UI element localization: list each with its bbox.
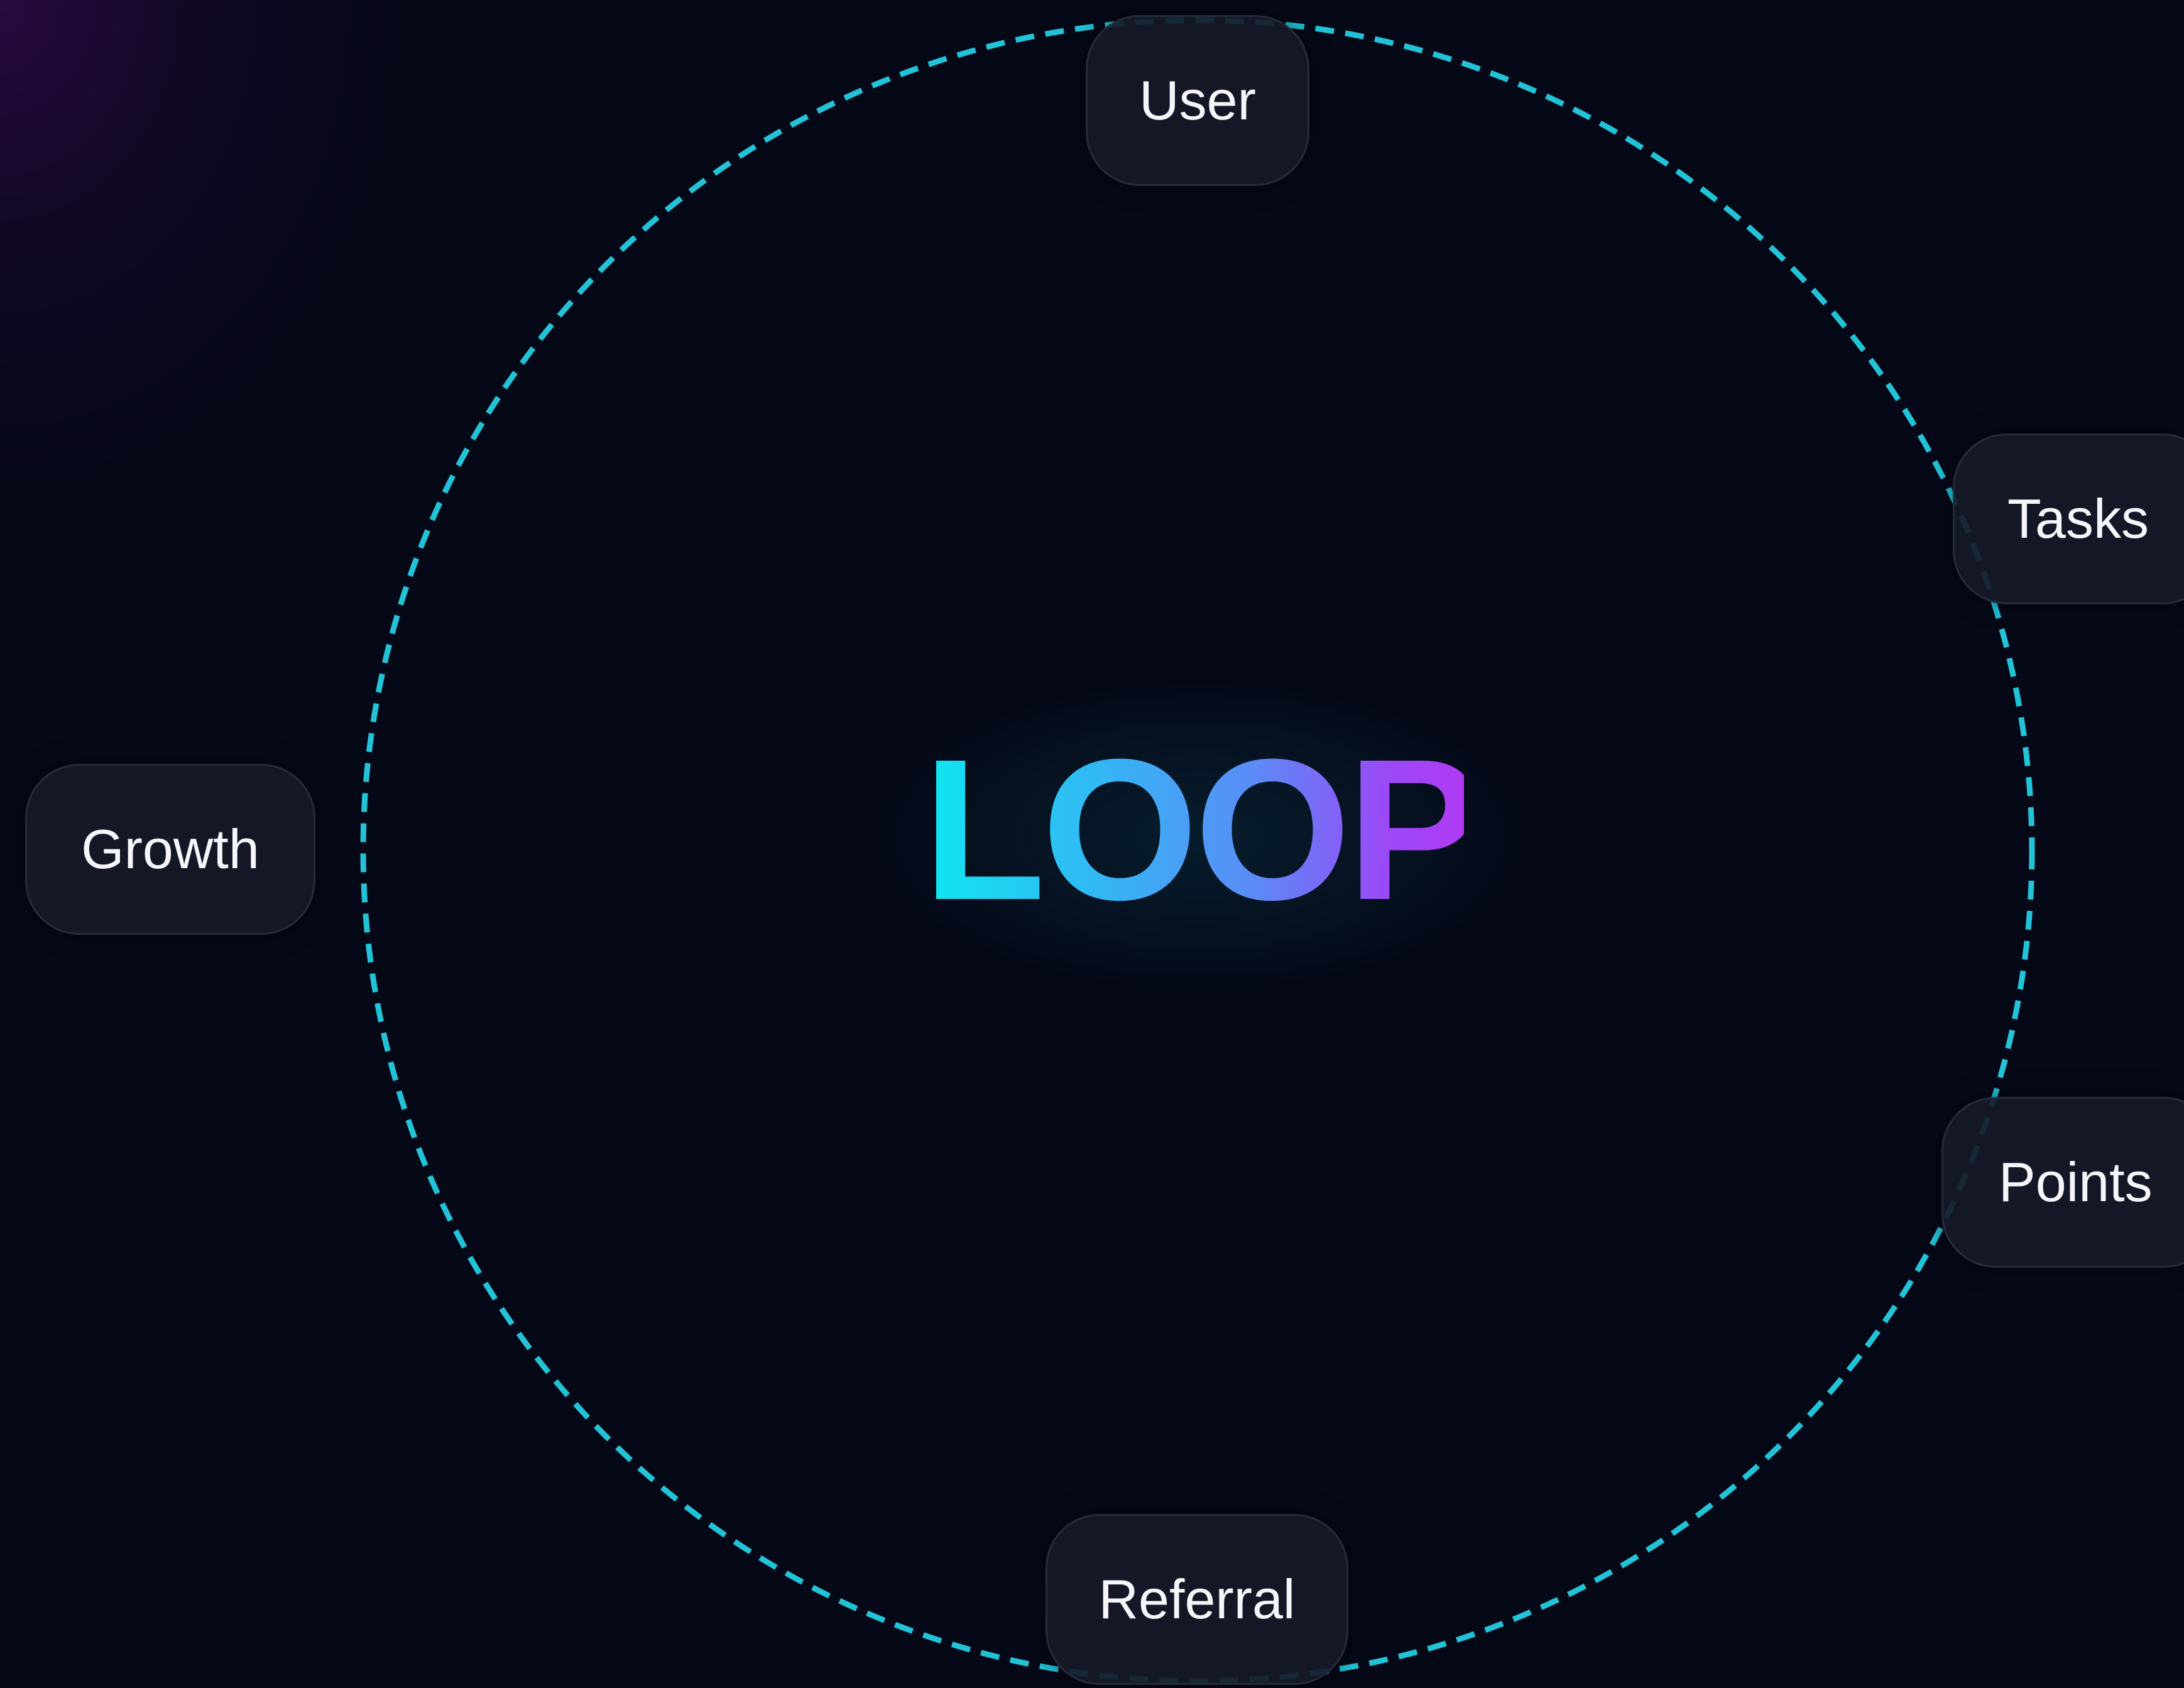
- node-tasks: Tasks: [1953, 433, 2184, 604]
- node-referral: Referral: [1046, 1514, 1348, 1685]
- node-user: User: [1086, 15, 1309, 186]
- node-growth: Growth: [25, 764, 315, 935]
- loop-title: LOOP: [922, 717, 1482, 942]
- loop-diagram: LOOP User Tasks Points Referral Growth: [0, 0, 2184, 1688]
- node-points: Points: [1941, 1097, 2184, 1268]
